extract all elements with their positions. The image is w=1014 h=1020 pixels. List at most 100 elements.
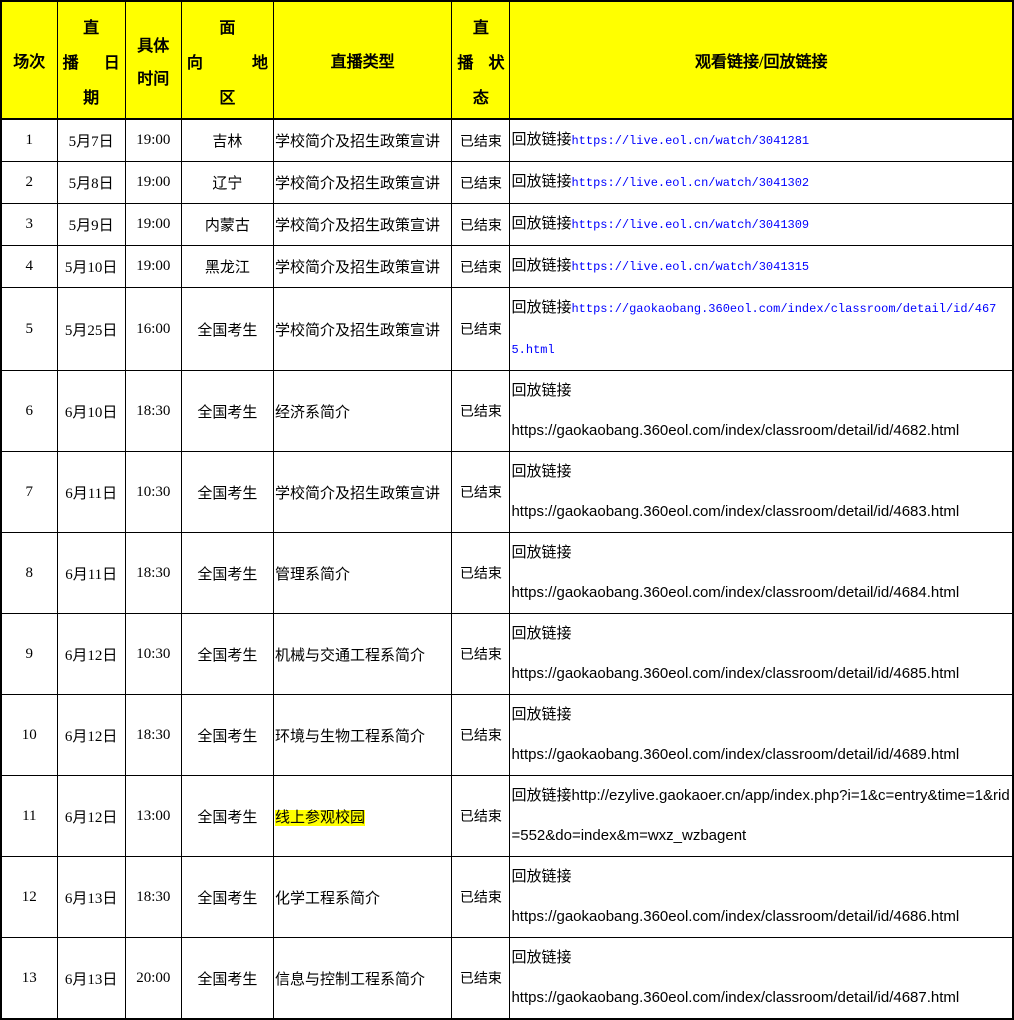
replay-url-link[interactable]: https://gaokaobang.360eol.com/index/clas…	[511, 503, 959, 520]
time-cell: 18:30	[125, 533, 181, 614]
replay-label: 回放链接	[511, 626, 571, 642]
status-cell: 已结束	[452, 938, 510, 1020]
type-cell: 学校简介及招生政策宣讲	[274, 246, 452, 288]
session-cell: 2	[1, 162, 57, 204]
type-cell: 机械与交通工程系简介	[274, 614, 452, 695]
type-text: 学校简介及招生政策宣讲	[275, 486, 440, 502]
region-cell: 全国考生	[181, 857, 273, 938]
link-cell: 回放链接 https://gaokaobang.360eol.com/index/…	[510, 371, 1013, 452]
replay-label: 回放链接	[511, 174, 571, 190]
replay-url-link[interactable]: https://live.eol.cn/watch/3041281	[571, 134, 809, 148]
replay-url-link[interactable]: https://gaokaobang.360eol.com/index/clas…	[511, 584, 959, 601]
time-cell: 18:30	[125, 371, 181, 452]
status-cell: 已结束	[452, 162, 510, 204]
link-cell: 回放链接https://gaokaobang.360eol.com/index/…	[510, 938, 1013, 1020]
type-text: 学校简介及招生政策宣讲	[275, 323, 440, 339]
type-cell: 经济系简介	[274, 371, 452, 452]
replay-url-link[interactable]: https://gaokaobang.360eol.com/index/clas…	[511, 422, 959, 439]
link-cell: 回放链接 https://gaokaobang.360eol.com/index/…	[510, 857, 1013, 938]
header-time-label: 具体 时间	[126, 2, 181, 118]
type-text: 化学工程系简介	[275, 891, 380, 907]
replay-url-link[interactable]: https://gaokaobang.360eol.com/index/clas…	[511, 302, 996, 357]
header-link-label: 观看链接/回放链接	[695, 54, 827, 71]
region-cell: 吉林	[181, 119, 273, 162]
link-cell: 回放链接 https://gaokaobang.360eol.com/index/…	[510, 695, 1013, 776]
status-cell: 已结束	[452, 533, 510, 614]
header-type-label: 直播类型	[331, 54, 395, 71]
header-session: 场次	[1, 1, 57, 119]
replay-url-link[interactable]: https://live.eol.cn/watch/3041315	[571, 260, 809, 274]
header-date-label: 直 播 日 期	[58, 2, 125, 118]
type-text: 管理系简介	[275, 567, 350, 583]
replay-url-link[interactable]: https://live.eol.cn/watch/3041302	[571, 176, 809, 190]
session-cell: 1	[1, 119, 57, 162]
header-type: 直播类型	[274, 1, 452, 119]
table-row: 76月11日10:30全国考生学校简介及招生政策宣讲已结束回放链接https:/…	[1, 452, 1013, 533]
replay-label: 回放链接	[511, 132, 571, 148]
type-cell: 学校简介及招生政策宣讲	[274, 119, 452, 162]
region-cell: 全国考生	[181, 614, 273, 695]
time-cell: 10:30	[125, 452, 181, 533]
link-cell: 回放链接https://live.eol.cn/watch/3041309	[510, 204, 1013, 246]
header-date: 直 播 日 期	[57, 1, 125, 119]
status-cell: 已结束	[452, 776, 510, 857]
header-status: 直 播 状 态	[452, 1, 510, 119]
region-cell: 全国考生	[181, 938, 273, 1020]
type-text: 环境与生物工程系简介	[275, 729, 425, 745]
region-cell: 全国考生	[181, 452, 273, 533]
region-cell: 黑龙江	[181, 246, 273, 288]
header-link: 观看链接/回放链接	[510, 1, 1013, 119]
type-cell: 学校简介及招生政策宣讲	[274, 204, 452, 246]
table-row: 15月7日19:00吉林学校简介及招生政策宣讲已结束回放链接https://li…	[1, 119, 1013, 162]
header-status-label: 直 播 状 态	[452, 2, 509, 118]
replay-url-link[interactable]: https://live.eol.cn/watch/3041309	[571, 218, 809, 232]
time-cell: 10:30	[125, 614, 181, 695]
region-cell: 辽宁	[181, 162, 273, 204]
replay-url-link[interactable]: https://gaokaobang.360eol.com/index/clas…	[511, 746, 959, 763]
replay-label: 回放链接	[511, 300, 571, 316]
header-region-label: 面 向 地 区	[182, 2, 273, 118]
table-row: 55月25日16:00全国考生学校简介及招生政策宣讲已结束回放链接https:/…	[1, 288, 1013, 371]
region-cell: 全国考生	[181, 695, 273, 776]
status-cell: 已结束	[452, 204, 510, 246]
session-cell: 7	[1, 452, 57, 533]
table-row: 126月13日18:30全国考生化学工程系简介已结束回放链接https://ga…	[1, 857, 1013, 938]
region-cell: 全国考生	[181, 533, 273, 614]
status-cell: 已结束	[452, 119, 510, 162]
replay-url-link[interactable]: https://gaokaobang.360eol.com/index/clas…	[511, 989, 959, 1006]
type-text: 学校简介及招生政策宣讲	[275, 134, 440, 150]
type-text: 学校简介及招生政策宣讲	[275, 218, 440, 234]
table-body: 15月7日19:00吉林学校简介及招生政策宣讲已结束回放链接https://li…	[1, 119, 1013, 1019]
session-cell: 10	[1, 695, 57, 776]
time-cell: 18:30	[125, 857, 181, 938]
link-cell: 回放链接https://live.eol.cn/watch/3041281	[510, 119, 1013, 162]
link-cell: 回放链接https://live.eol.cn/watch/3041302	[510, 162, 1013, 204]
link-cell: 回放链接https://gaokaobang.360eol.com/index/…	[510, 288, 1013, 371]
replay-label: 回放链接	[511, 869, 571, 885]
session-cell: 9	[1, 614, 57, 695]
type-text: 学校简介及招生政策宣讲	[275, 176, 440, 192]
session-cell: 3	[1, 204, 57, 246]
time-cell: 13:00	[125, 776, 181, 857]
date-cell: 6月11日	[57, 452, 125, 533]
table-row: 86月11日18:30全国考生管理系简介已结束回放链接https://gaoka…	[1, 533, 1013, 614]
header-region: 面 向 地 区	[181, 1, 273, 119]
type-cell: 学校简介及招生政策宣讲	[274, 288, 452, 371]
session-cell: 8	[1, 533, 57, 614]
date-cell: 6月11日	[57, 533, 125, 614]
type-cell: 学校简介及招生政策宣讲	[274, 452, 452, 533]
type-cell: 环境与生物工程系简介	[274, 695, 452, 776]
type-text: 线上参观校园	[275, 810, 365, 826]
type-text: 经济系简介	[275, 405, 350, 421]
session-cell: 11	[1, 776, 57, 857]
type-cell: 化学工程系简介	[274, 857, 452, 938]
type-cell: 学校简介及招生政策宣讲	[274, 162, 452, 204]
type-cell: 信息与控制工程系简介	[274, 938, 452, 1020]
replay-url-link[interactable]: http://ezylive.gaokaoer.cn/app/index.php…	[511, 787, 1009, 844]
replay-url-link[interactable]: https://gaokaobang.360eol.com/index/clas…	[511, 908, 959, 925]
replay-label: 回放链接	[511, 383, 571, 399]
table-header: 场次 直 播 日 期 具体 时间	[1, 1, 1013, 119]
replay-label: 回放链接	[511, 707, 571, 723]
replay-url-link[interactable]: https://gaokaobang.360eol.com/index/clas…	[511, 665, 959, 682]
session-cell: 4	[1, 246, 57, 288]
